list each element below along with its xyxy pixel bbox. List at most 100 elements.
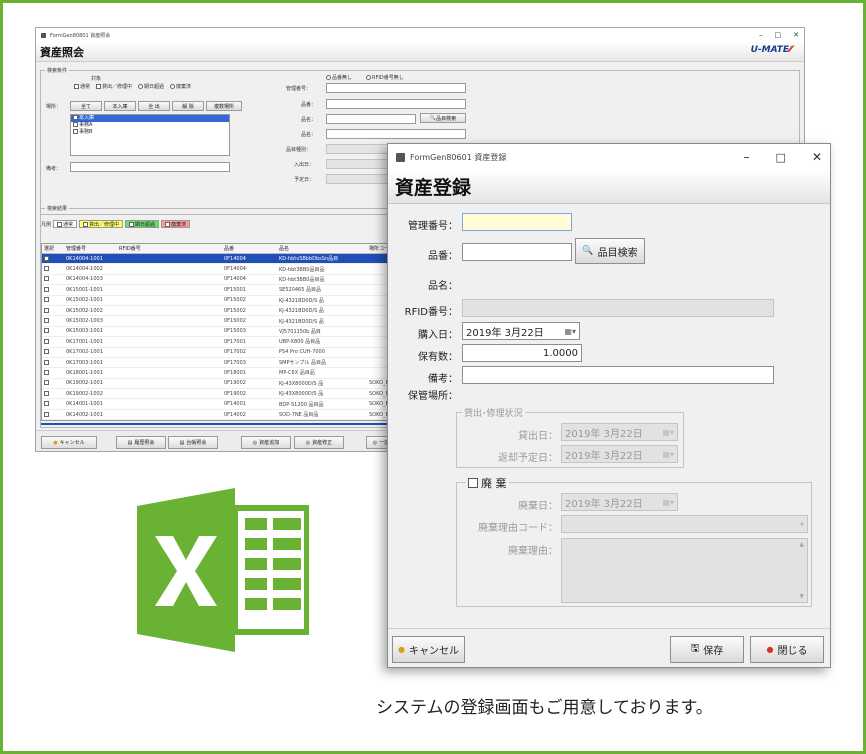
window-controls: – □ ✕ <box>759 31 799 39</box>
cancel-button[interactable]: ● キャンセル <box>392 636 465 663</box>
app-icon <box>41 32 46 38</box>
target-disposed[interactable]: 廃棄済 <box>170 83 191 90</box>
location-all-button[interactable]: 全て <box>70 101 102 111</box>
col-control-no[interactable]: 管理番号 <box>64 245 117 252</box>
asset-registration-window: FormGen80601 資産登録 – □ ✕ 資産登録 管理番号： 品番： 🔍… <box>387 143 831 668</box>
reason-code-label: 廃棄理由コード： <box>478 523 558 534</box>
row-select-checkbox[interactable] <box>42 276 64 282</box>
remarks-input[interactable] <box>70 162 230 172</box>
list-item[interactable]: 本入庫 <box>71 115 229 122</box>
return-date-picker[interactable]: 2019年 3月22日 ▦▾ <box>561 445 678 463</box>
target-label: 対象 <box>91 76 102 82</box>
calendar-dropdown-icon[interactable]: ▦▾ <box>662 498 674 507</box>
scroll-down-icon[interactable]: ▼ <box>799 593 804 600</box>
row-select-checkbox[interactable] <box>42 297 64 303</box>
col-select[interactable]: 選択 <box>42 245 64 252</box>
col-rfid[interactable]: RFID番号 <box>117 245 222 252</box>
part-no-input[interactable] <box>326 99 466 109</box>
ledger-button[interactable]: ▤ 台帳照会 <box>168 436 218 449</box>
reason-textarea[interactable]: ▲ ▼ <box>561 538 808 603</box>
name-input[interactable] <box>326 129 466 139</box>
target-lending[interactable]: 貸出／修理中 <box>96 83 132 90</box>
row-select-checkbox[interactable] <box>42 390 64 397</box>
row-select-checkbox[interactable] <box>42 255 64 262</box>
reason-code-select[interactable]: ▾ <box>561 515 808 533</box>
row-select-checkbox[interactable] <box>42 307 64 314</box>
part-no-label: 品番： <box>428 251 458 262</box>
target-normal[interactable]: 通常 <box>74 83 90 90</box>
table-cell: 0K15003-1001 <box>66 328 103 335</box>
missing-checkboxes: 品番無し RFID番号無し <box>326 74 404 81</box>
page-title: 資産登録 <box>388 170 830 204</box>
table-cell: 0F17001 <box>224 338 246 345</box>
disposal-date-label: 廃棄日： <box>518 501 558 512</box>
minimize-icon[interactable]: – <box>759 31 763 39</box>
remarks-field[interactable] <box>462 366 774 384</box>
maximize-icon[interactable]: □ <box>775 31 782 39</box>
no-part-no-checkbox[interactable]: 品番無し <box>326 74 352 81</box>
maximize-icon[interactable]: □ <box>776 151 786 164</box>
col-part-no[interactable]: 品番 <box>222 245 277 252</box>
minimize-icon[interactable]: – <box>744 150 750 164</box>
back-item-search-button[interactable]: 🔍 品目検索 <box>420 113 466 123</box>
calendar-dropdown-icon[interactable]: ▦▾ <box>662 450 674 459</box>
table-cell: 0F15002 <box>224 307 246 314</box>
table-cell: 0K18001-1001 <box>66 369 103 376</box>
row-select-checkbox[interactable] <box>42 380 64 386</box>
close-icon[interactable]: ✕ <box>812 150 822 164</box>
chevron-down-icon[interactable]: ▾ <box>800 520 804 529</box>
close-button[interactable]: ● 閉じる <box>750 636 824 663</box>
history-button[interactable]: ▤ 履歴照会 <box>116 436 166 449</box>
field-label: 品番： <box>301 102 317 108</box>
quantity-field[interactable]: 1.0000 <box>462 344 582 362</box>
table-cell: PS4 Pro CUH-7000 <box>279 349 325 356</box>
row-select-checkbox[interactable] <box>42 338 64 345</box>
scroll-up-icon[interactable]: ▲ <box>799 541 804 548</box>
back-cancel-button[interactable]: ● キャンセル <box>41 436 97 449</box>
row-select-checkbox[interactable] <box>42 359 64 366</box>
row-select-checkbox[interactable] <box>42 349 64 355</box>
save-button[interactable]: 🖫 保存 <box>670 636 744 663</box>
calendar-dropdown-icon[interactable]: ▦▾ <box>564 327 576 336</box>
table-cell: 0F17003 <box>224 359 246 366</box>
target-overdue[interactable]: 期日超過 <box>138 83 164 90</box>
close-icon[interactable]: ✕ <box>793 31 799 39</box>
edit-asset-button[interactable]: ◎ 資産修正 <box>294 436 344 449</box>
row-select-checkbox[interactable] <box>42 411 64 418</box>
checkbox-box[interactable] <box>468 478 478 488</box>
disposal-checkbox[interactable]: 廃 棄 <box>466 475 509 491</box>
add-asset-button[interactable]: ◎ 資産追加 <box>241 436 291 449</box>
location-main-button[interactable]: 本入庫 <box>104 101 136 111</box>
row-select-checkbox[interactable] <box>42 401 64 407</box>
location-listbox[interactable]: 本入庫 事務A 事務B <box>70 114 230 156</box>
row-select-checkbox[interactable] <box>42 318 64 324</box>
part-no-field[interactable] <box>462 243 572 261</box>
item-search-button[interactable]: 🔍 品目検索 <box>575 238 645 264</box>
table-cell: KJ-43X8000D/S 品 <box>279 391 324 398</box>
list-item[interactable]: 事務A <box>71 122 229 129</box>
row-select-checkbox[interactable] <box>42 286 64 293</box>
table-cell: 0K17003-1001 <box>66 359 103 366</box>
col-part-name[interactable]: 品名 <box>277 245 367 252</box>
rfid-label: RFID番号： <box>404 307 458 318</box>
part-name-input[interactable] <box>326 114 416 124</box>
rfid-field[interactable] <box>462 299 774 317</box>
location-multi-button[interactable]: 複数場所 <box>206 101 242 111</box>
location-clear-button[interactable]: 解 除 <box>172 101 204 111</box>
table-cell: 0K15002-1002 <box>66 307 103 314</box>
row-select-checkbox[interactable] <box>42 369 64 376</box>
row-select-checkbox[interactable] <box>42 266 64 272</box>
out-date-picker[interactable]: 2019年 3月22日 ▦▾ <box>561 423 678 441</box>
table-cell: 0F15002 <box>224 318 246 325</box>
list-item[interactable]: 事務B <box>71 129 229 136</box>
no-rfid-checkbox[interactable]: RFID番号無し <box>366 74 404 81</box>
disposal-date-picker[interactable]: 2019年 3月22日 ▦▾ <box>561 493 678 511</box>
purchase-date-picker[interactable]: 2019年 3月22日 ▦▾ <box>462 322 580 340</box>
quantity-label: 保有数： <box>418 352 458 363</box>
control-no-input[interactable] <box>326 83 466 93</box>
location-out-button[interactable]: 全 出 <box>138 101 170 111</box>
control-no-field[interactable] <box>462 213 572 231</box>
calendar-dropdown-icon[interactable]: ▦▾ <box>662 428 674 437</box>
row-select-checkbox[interactable] <box>42 328 64 334</box>
table-cell: MP-C6X 品目品 <box>279 370 315 377</box>
